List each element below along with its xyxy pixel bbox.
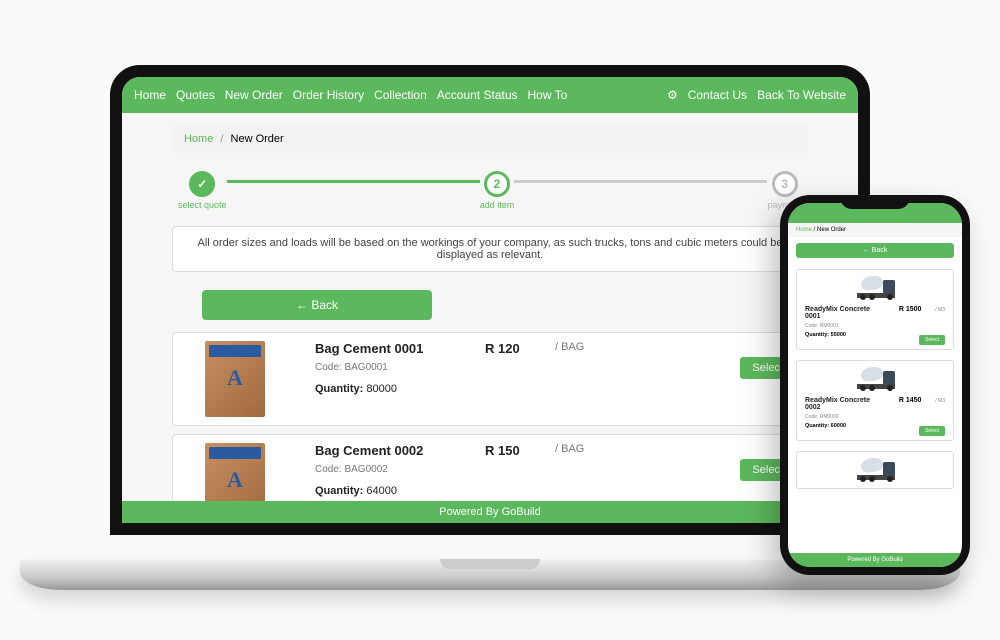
phone-breadcrumb: Home / New Order <box>788 223 962 237</box>
phone-product-unit: / M3 <box>935 398 945 404</box>
laptop-screen: Home Quotes New Order Order History Coll… <box>110 65 870 535</box>
nav-quotes[interactable]: Quotes <box>176 88 215 102</box>
breadcrumb-home[interactable]: Home <box>184 133 213 145</box>
nav-how-to[interactable]: How To <box>528 88 568 102</box>
breadcrumb-current: New Order <box>231 133 284 145</box>
step1-circle: ✓ <box>189 171 215 197</box>
step2-label: add item <box>480 200 515 210</box>
nav-home[interactable]: Home <box>134 88 166 102</box>
phone-product-price: R 1500 <box>899 306 922 313</box>
phone-product-row: ReadyMix Concrete 0001 R 1500 / M3 Code:… <box>796 269 954 350</box>
phone-select-button[interactable]: Select <box>919 335 945 345</box>
product-qty: 64000 <box>366 485 397 497</box>
navbar: Home Quotes New Order Order History Coll… <box>122 77 858 113</box>
nav-left: Home Quotes New Order Order History Coll… <box>134 88 567 102</box>
phone-product-name: ReadyMix Concrete 0002 <box>805 397 885 411</box>
product-code: Code: BAG0002 <box>315 464 485 475</box>
breadcrumb: Home / New Order <box>172 125 808 153</box>
product-price: R 150 <box>485 443 555 458</box>
truck-icon <box>855 367 895 391</box>
phone-select-button[interactable]: Select <box>919 426 945 436</box>
nav-contact-us[interactable]: Contact Us <box>688 88 747 102</box>
phone-product-price: R 1450 <box>899 397 922 404</box>
phone-crumb-home[interactable]: Home <box>796 227 812 233</box>
phone-product-code: Code: RM0002 <box>805 414 945 420</box>
back-button[interactable]: ← Back <box>202 290 432 320</box>
nav-back-to-website[interactable]: Back To Website <box>757 88 846 102</box>
product-image: A <box>205 341 265 417</box>
product-unit: / BAG <box>555 341 615 353</box>
phone-product-unit: / M3 <box>935 307 945 313</box>
phone-crumb-current: New Order <box>817 227 846 233</box>
phone-notch <box>840 195 910 209</box>
gear-icon[interactable]: ⚙ <box>667 88 678 102</box>
step-line-23 <box>514 180 767 183</box>
laptop-mockup: Home Quotes New Order Order History Coll… <box>110 65 870 555</box>
phone-product-name: ReadyMix Concrete 0001 <box>805 306 885 320</box>
product-name: Bag Cement 0002 <box>315 443 485 458</box>
product-name: Bag Cement 0001 <box>315 341 485 356</box>
product-qty: 80000 <box>366 383 397 395</box>
phone-mockup: Home / New Order ← Back ReadyMix Concret… <box>780 195 970 575</box>
nav-account-status[interactable]: Account Status <box>437 88 518 102</box>
phone-product-row <box>796 451 954 489</box>
step3-circle: 3 <box>772 171 798 197</box>
product-price: R 120 <box>485 341 555 356</box>
step2-circle: 2 <box>484 171 510 197</box>
truck-icon <box>855 458 895 482</box>
nav-order-history[interactable]: Order History <box>293 88 364 102</box>
breadcrumb-sep: / <box>220 133 223 145</box>
footer: Powered By GoBuild <box>122 501 858 523</box>
product-unit: / BAG <box>555 443 615 455</box>
phone-product-qty: 60000 <box>831 423 846 429</box>
phone-back-button[interactable]: ← Back <box>796 243 954 258</box>
progress-steps: ✓ select quote 2 add item 3 payment <box>172 171 808 210</box>
phone-screen: Home / New Order ← Back ReadyMix Concret… <box>788 203 962 567</box>
step1-label: select quote <box>178 200 227 210</box>
product-code: Code: BAG0001 <box>315 362 485 373</box>
info-box: All order sizes and loads will be based … <box>172 226 808 272</box>
nav-collection[interactable]: Collection <box>374 88 427 102</box>
truck-icon <box>855 276 895 300</box>
nav-new-order[interactable]: New Order <box>225 88 283 102</box>
step-line-12 <box>227 180 480 183</box>
nav-right: ⚙ Contact Us Back To Website <box>667 88 846 102</box>
content: Home / New Order ✓ select quote 2 add it… <box>122 113 858 535</box>
phone-product-code: Code: RM0001 <box>805 323 945 329</box>
phone-product-row: ReadyMix Concrete 0002 R 1450 / M3 Code:… <box>796 360 954 441</box>
product-row: A Bag Cement 0001 Code: BAG0001 Quantity… <box>172 332 808 426</box>
phone-footer: Powered By GoBuild <box>788 553 962 567</box>
phone-product-qty: 55000 <box>831 332 846 338</box>
